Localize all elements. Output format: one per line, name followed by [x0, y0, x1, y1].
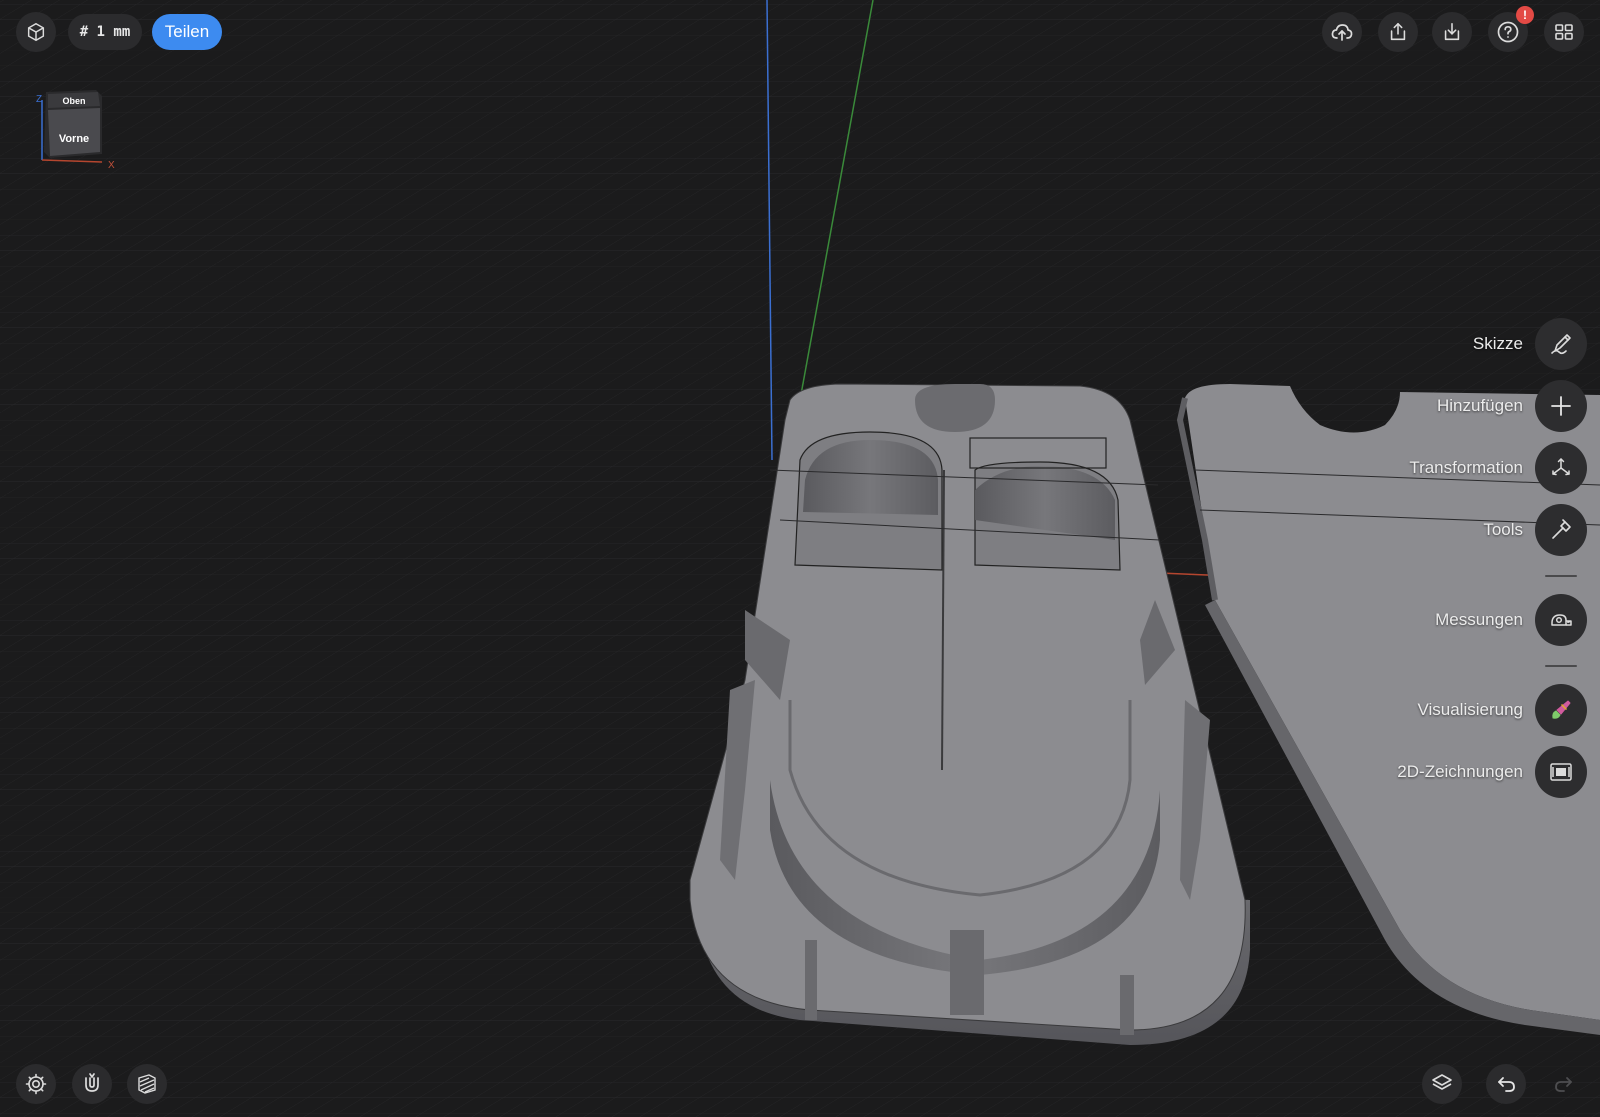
layers-icon: [1432, 1074, 1452, 1090]
view-cube-front-label: Vorne: [59, 133, 89, 145]
view-cube[interactable]: Oben Vorne Z X: [30, 86, 122, 178]
grid-size-toggle[interactable]: # 1 mm: [68, 14, 142, 50]
snapping-button[interactable]: [72, 1064, 112, 1104]
hammer-icon: [1535, 504, 1587, 556]
menu-item-visualisierung[interactable]: Visualisierung: [1417, 684, 1587, 736]
undo-button[interactable]: [1486, 1064, 1526, 1104]
view-cube-top-label: Oben: [62, 96, 85, 106]
menu-item-label: Skizze: [1472, 334, 1523, 353]
magnet-icon: [85, 1073, 99, 1092]
menu-divider: [1545, 665, 1577, 667]
drawing-sheet-icon: [1535, 746, 1587, 798]
view-mode-button[interactable]: [16, 12, 56, 52]
transform-arrows-icon: [1535, 442, 1587, 494]
redo-arrow-icon: [1555, 1077, 1572, 1092]
help-notification-badge: !: [1516, 6, 1534, 24]
undo-arrow-icon: [1498, 1077, 1515, 1092]
menu-item-label: 2D-Zeichnungen: [1397, 762, 1523, 781]
settings-button[interactable]: [16, 1064, 56, 1104]
sketch-pencil-icon: [1535, 318, 1587, 370]
share-upload-icon: [1390, 22, 1406, 41]
cloud-upload-icon: [1331, 24, 1353, 41]
paint-brush-icon: [1535, 684, 1587, 736]
menu-item-label: Messungen: [1435, 610, 1523, 629]
redo-button[interactable]: [1544, 1064, 1584, 1104]
menu-item-label: Visualisierung: [1417, 700, 1523, 719]
apps-grid-button[interactable]: [1544, 12, 1584, 52]
menu-divider: [1545, 575, 1577, 577]
menu-item-messungen[interactable]: Messungen: [1435, 594, 1587, 646]
menu-item-label: Hinzufügen: [1436, 396, 1523, 415]
grid-four-icon: [1555, 24, 1573, 40]
menu-item-transformation[interactable]: Transformation: [1409, 442, 1587, 494]
help-question-icon: [1497, 21, 1519, 43]
share-button[interactable]: Teilen: [152, 14, 222, 50]
section-view-button[interactable]: [127, 1064, 167, 1104]
menu-item-label: Transformation: [1409, 458, 1523, 477]
axis-z-label: Z: [36, 94, 42, 105]
3d-viewport[interactable]: [0, 0, 1600, 1117]
view-cube-front-face[interactable]: [48, 108, 100, 156]
tape-measure-icon: [1535, 594, 1587, 646]
layers-button[interactable]: [1422, 1064, 1462, 1104]
plus-icon: [1535, 380, 1587, 432]
download-icon: [1444, 22, 1460, 41]
menu-item-hinzufuegen[interactable]: Hinzufügen: [1437, 380, 1587, 432]
hatched-box-icon: [138, 1074, 156, 1094]
menu-item-label: Tools: [1483, 520, 1523, 539]
axis-x-label: X: [108, 160, 115, 171]
gear-icon: [25, 1073, 47, 1095]
export-button[interactable]: [1378, 12, 1418, 52]
import-button[interactable]: [1432, 12, 1472, 52]
menu-item-skizze[interactable]: Skizze: [1473, 318, 1587, 370]
cloud-upload-button[interactable]: [1322, 12, 1362, 52]
menu-item-2d-zeichnungen[interactable]: 2D-Zeichnungen: [1397, 746, 1587, 798]
menu-item-tools[interactable]: Tools: [1483, 504, 1587, 556]
cube-wireframe-icon: [27, 22, 45, 42]
